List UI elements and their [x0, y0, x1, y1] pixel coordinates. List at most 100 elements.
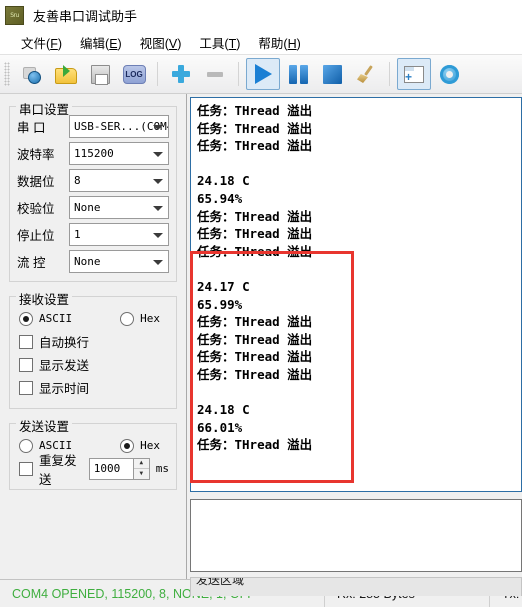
menu-item-tools-mnemonic: T	[228, 36, 237, 51]
repeat-send-checkbox[interactable]	[19, 461, 33, 476]
auto-newline-row: 自动换行	[19, 332, 169, 351]
new-window-button[interactable]: +	[397, 58, 431, 90]
settings-gear-icon	[439, 64, 459, 84]
send-button-label: 发送区域	[196, 577, 245, 587]
send-hex-label: Hex	[140, 439, 160, 452]
databits-select[interactable]: 8	[69, 169, 169, 192]
menu-item-edit-mnemonic: E	[109, 36, 118, 51]
send-textarea[interactable]	[190, 499, 522, 572]
stepper-down-icon[interactable]: ▼	[134, 469, 149, 479]
terminal-line: 任务：THread 溢出	[197, 208, 313, 224]
flowcontrol-select-value: None	[74, 255, 101, 268]
clear-button[interactable]	[350, 59, 382, 89]
chevron-down-icon	[153, 178, 163, 184]
serial-settings-legend: 串口设置	[16, 99, 73, 118]
send-ascii-radio[interactable]	[19, 438, 33, 453]
log-button[interactable]: LOG	[118, 59, 150, 89]
terminal-line: 任务：THread 溢出	[197, 103, 313, 118]
menu-item-edit-label: 编辑	[80, 36, 106, 51]
save-button[interactable]	[84, 59, 116, 89]
field-stopbits: 停止位 1	[17, 223, 169, 246]
stepper-up-icon[interactable]: ▲	[133, 459, 149, 469]
terminal-line: 任务：THread 溢出	[197, 349, 313, 365]
parity-select[interactable]: None	[69, 196, 169, 219]
toolbar-separator	[389, 62, 390, 86]
start-icon	[254, 64, 272, 84]
toolbar-grip[interactable]	[4, 62, 10, 86]
menu-bar: 文件(F) 编辑(E) 视图(V) 工具(T) 帮助(H)	[0, 30, 522, 54]
menu-item-file-label: 文件	[21, 36, 47, 51]
field-stopbits-label: 停止位	[17, 229, 55, 243]
settings-button[interactable]	[433, 59, 465, 89]
add-button[interactable]	[165, 59, 197, 89]
terminal-line: 65.99%	[197, 296, 243, 312]
menu-item-tools[interactable]: 工具(T)	[190, 31, 249, 54]
chevron-down-icon	[153, 232, 163, 238]
repeat-send-row: 重复发送 1000 ▲ ▼ ms	[19, 454, 169, 487]
chevron-down-icon	[153, 151, 163, 157]
add-port-icon	[23, 65, 41, 84]
add-port-button[interactable]	[16, 59, 48, 89]
menu-item-file[interactable]: 文件(F)	[12, 31, 71, 54]
terminal-line: 任务：THread 溢出	[197, 437, 313, 453]
show-time-label: 显示时间	[39, 382, 90, 396]
baudrate-select[interactable]: 115200	[69, 142, 169, 165]
add-icon	[172, 65, 190, 83]
chevron-down-icon	[153, 124, 163, 130]
receive-ascii-radio[interactable]	[19, 311, 33, 326]
show-send-checkbox[interactable]	[19, 357, 33, 372]
terminal-line: 任务：THread 溢出	[197, 243, 313, 259]
field-baudrate-label: 波特率	[17, 148, 55, 162]
toolbar-separator	[157, 62, 158, 86]
stop-button[interactable]	[316, 59, 348, 89]
parity-select-value: None	[74, 201, 101, 214]
repeat-interval-stepper[interactable]: 1000 ▲ ▼	[88, 457, 150, 480]
terminal-line: 24.18 C	[197, 173, 250, 189]
terminal-line: 66.01%	[197, 419, 243, 435]
receive-format-row: ASCII Hex	[19, 309, 169, 328]
port-select[interactable]: USB-SER...(COM4	[69, 115, 169, 138]
start-button[interactable]	[246, 58, 280, 90]
send-hex-radio[interactable]	[120, 438, 135, 453]
show-time-checkbox[interactable]	[19, 380, 33, 395]
pause-button[interactable]	[282, 59, 314, 89]
open-file-button[interactable]	[50, 59, 82, 89]
settings-pane: 串口设置 串 口 USB-SER...(COM4 波特率 115200 数据位 …	[0, 94, 187, 579]
send-button-strip[interactable]: 发送区域	[190, 577, 522, 596]
auto-newline-checkbox[interactable]	[19, 334, 33, 349]
flowcontrol-select[interactable]: None	[69, 250, 169, 273]
main-area: 串口设置 串 口 USB-SER...(COM4 波特率 115200 数据位 …	[0, 94, 522, 596]
receive-hex-radio[interactable]	[120, 311, 135, 326]
new-window-icon: +	[404, 65, 424, 83]
receive-settings-group: 接收设置 ASCII Hex 自动换行 显示发送 显示时间	[9, 289, 177, 409]
stopbits-select[interactable]: 1	[69, 223, 169, 246]
menu-item-view[interactable]: 视图(V)	[131, 31, 191, 54]
baudrate-select-value: 115200	[74, 147, 114, 160]
terminal-line: 任务：THread 溢出	[197, 138, 313, 154]
pause-icon	[288, 64, 308, 84]
stepper-buttons[interactable]: ▲ ▼	[132, 458, 149, 479]
window-title: 友善串口调试助手	[33, 8, 138, 24]
field-port-label: 串 口	[17, 121, 46, 135]
field-flowcontrol: 流 控 None	[17, 250, 169, 273]
show-send-row: 显示发送	[19, 355, 169, 374]
menu-item-view-label: 视图	[139, 36, 165, 51]
menu-item-file-mnemonic: F	[50, 36, 58, 51]
clear-icon	[356, 64, 376, 84]
toolbar: LOG +	[0, 54, 522, 94]
title-bar: Sru 友善串口调试助手	[0, 0, 522, 30]
open-file-icon	[55, 65, 77, 84]
remove-button[interactable]	[199, 59, 231, 89]
show-time-row: 显示时间	[19, 378, 169, 397]
chevron-down-icon	[153, 259, 163, 265]
log-icon: LOG	[122, 64, 146, 84]
receive-textarea[interactable]: 任务：THread 溢出 任务：THread 溢出 任务：THread 溢出 24.1…	[190, 97, 522, 492]
terminal-line: 任务：THread 溢出	[197, 120, 313, 136]
menu-item-help[interactable]: 帮助(H)	[249, 31, 309, 54]
receive-ascii-label: ASCII	[39, 312, 73, 325]
show-send-label: 显示发送	[39, 359, 90, 373]
menu-item-edit[interactable]: 编辑(E)	[71, 31, 131, 54]
